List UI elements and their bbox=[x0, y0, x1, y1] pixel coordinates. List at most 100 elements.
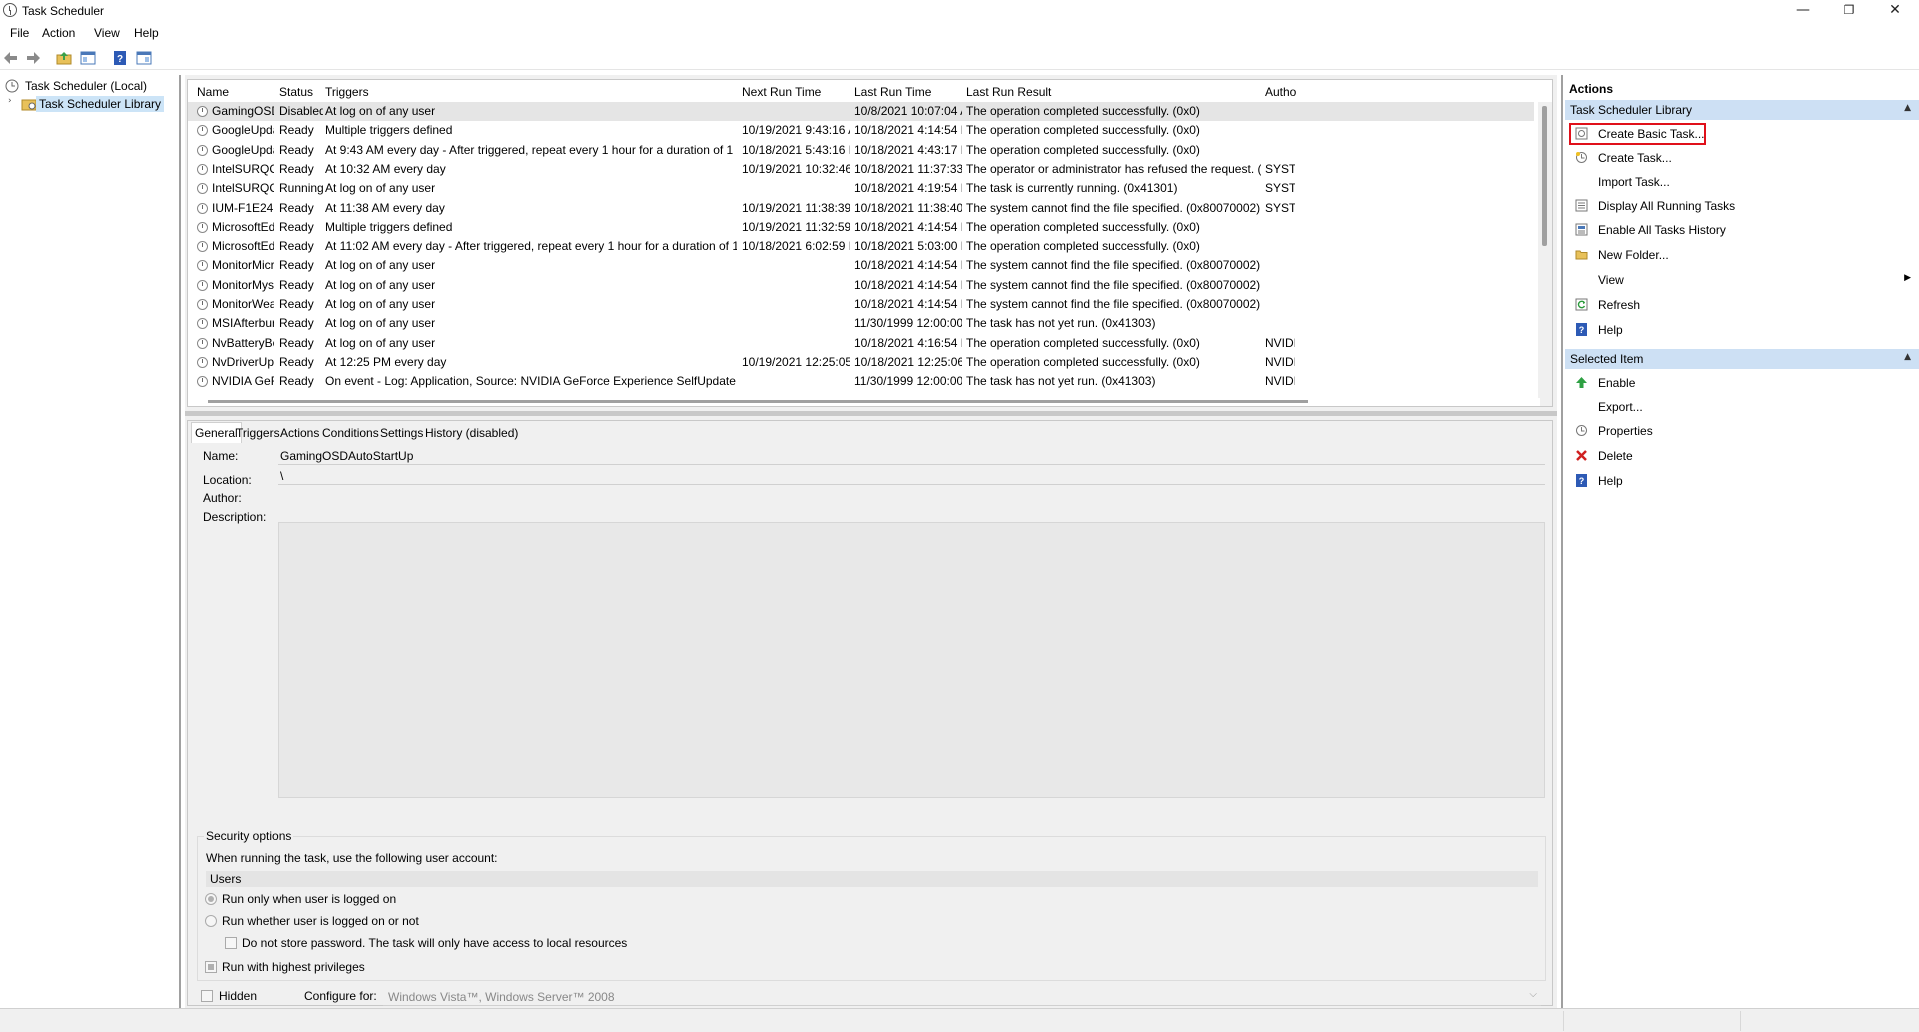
action-refresh[interactable]: Refresh bbox=[1565, 295, 1919, 315]
task-row[interactable]: NvBatteryBo... Ready At log on of any user… bbox=[188, 334, 1534, 353]
scrollbar-thumb[interactable] bbox=[208, 400, 1308, 403]
task-row[interactable]: IntelSURQC-... Ready At 10:32 AM every day… bbox=[188, 160, 1534, 179]
show-hide-console-tree-icon[interactable] bbox=[80, 50, 96, 66]
tab-conditions[interactable]: Conditions bbox=[319, 424, 382, 443]
task-cell-last: 10/8/2021 10:07:04 AM bbox=[854, 104, 962, 118]
menu-view[interactable]: View bbox=[94, 26, 120, 40]
task-cell-status: Ready bbox=[279, 258, 314, 273]
task-row[interactable]: MicrosoftEd... Ready Multiple triggers def… bbox=[188, 218, 1534, 237]
task-row[interactable]: MSIAfterbur... Ready At log on of any user… bbox=[188, 314, 1534, 333]
column-header-name[interactable]: Name bbox=[197, 85, 229, 99]
menu-file[interactable]: File bbox=[10, 26, 29, 40]
minimize-button[interactable]: — bbox=[1780, 0, 1826, 22]
task-cell-name: GoogleUpda... bbox=[212, 142, 274, 157]
configure-for-select[interactable]: Windows Vista™, Windows Server™ 2008 ⌵ bbox=[383, 988, 1541, 1006]
checkbox-run-highest-privileges-label: Run with highest privileges bbox=[222, 960, 365, 974]
horizontal-scrollbar[interactable] bbox=[188, 398, 1540, 406]
action-enable-all-tasks-history[interactable]: Enable All Tasks History bbox=[1565, 220, 1919, 240]
action-import-task[interactable]: Import Task... bbox=[1565, 172, 1919, 192]
console-tree: Task Scheduler (Local) › Task Scheduler … bbox=[0, 75, 181, 1008]
task-cell-last: 10/18/2021 4:14:54 PM bbox=[854, 258, 962, 273]
task-cell-next: 10/19/2021 11:38:39 AM bbox=[742, 200, 850, 215]
task-cell-name: NvBatteryBo... bbox=[212, 335, 274, 350]
action-create-task[interactable]: Create Task... bbox=[1565, 148, 1919, 168]
action-enable[interactable]: Enable bbox=[1565, 373, 1919, 393]
action-display-running-tasks[interactable]: Display All Running Tasks bbox=[1565, 196, 1919, 216]
tab-settings[interactable]: Settings bbox=[377, 424, 426, 443]
task-cell-triggers: Multiple triggers defined bbox=[325, 123, 453, 138]
task-row[interactable]: MicrosoftEd... Ready At 11:02 AM every day… bbox=[188, 237, 1534, 256]
collapse-arrow-icon[interactable]: ▲ bbox=[1904, 352, 1911, 362]
back-arrow-icon[interactable] bbox=[3, 50, 19, 66]
column-header-author[interactable]: Autho bbox=[1265, 85, 1296, 99]
task-cell-next: 10/18/2021 5:43:16 PM bbox=[742, 142, 850, 157]
column-header-status[interactable]: Status bbox=[279, 85, 313, 99]
tree-item-task-scheduler-library[interactable]: › Task Scheduler Library bbox=[8, 96, 178, 113]
action-delete[interactable]: Delete bbox=[1565, 446, 1919, 466]
task-row[interactable]: GamingOSD... DisabledAt log on of any use… bbox=[188, 102, 1534, 121]
task-cell-status: Ready bbox=[279, 239, 314, 254]
toolbar: ? bbox=[0, 46, 1919, 70]
tab-actions[interactable]: Actions bbox=[277, 424, 322, 443]
help-icon[interactable]: ? bbox=[112, 50, 128, 66]
task-row[interactable]: MonitorMys... Ready At log on of any user 1… bbox=[188, 276, 1534, 295]
collapse-arrow-icon[interactable]: ▲ bbox=[1904, 103, 1911, 113]
tab-history[interactable]: History (disabled) bbox=[422, 424, 521, 443]
tab-triggers[interactable]: Triggers bbox=[233, 424, 283, 443]
action-help[interactable]: ? Help bbox=[1565, 320, 1919, 340]
name-field[interactable]: GamingOSDAutoStartUp bbox=[278, 447, 1545, 465]
action-new-folder[interactable]: New Folder... bbox=[1565, 245, 1919, 265]
task-row[interactable]: GoogleUpda... Ready At 9:43 AM every day -… bbox=[188, 141, 1534, 160]
section-selected-item[interactable]: Selected Item ▲ bbox=[1565, 349, 1919, 369]
task-cell-name: IntelSURQC-... bbox=[212, 161, 274, 176]
task-row[interactable]: NvDriverUp... Ready At 12:25 PM every day 1… bbox=[188, 353, 1534, 372]
status-bar-divider bbox=[1563, 1011, 1564, 1031]
description-textarea[interactable] bbox=[278, 522, 1545, 798]
radio-run-whether-logged-on[interactable] bbox=[205, 915, 217, 927]
checkbox-run-highest-privileges[interactable] bbox=[205, 961, 217, 973]
location-label: Location: bbox=[203, 473, 252, 487]
task-row[interactable]: MonitorMicr... Ready At log on of any user… bbox=[188, 256, 1534, 275]
close-button[interactable]: ✕ bbox=[1872, 0, 1918, 22]
tree-expand-chevron-icon[interactable]: › bbox=[8, 96, 12, 106]
action-properties[interactable]: Properties bbox=[1565, 421, 1919, 441]
action-label: Refresh bbox=[1598, 298, 1641, 312]
column-header-last-run-time[interactable]: Last Run Time bbox=[854, 85, 931, 99]
action-view[interactable]: View ▶ bbox=[1565, 270, 1919, 290]
section-task-scheduler-library[interactable]: Task Scheduler Library ▲ bbox=[1565, 100, 1919, 120]
column-header-next-run-time[interactable]: Next Run Time bbox=[742, 85, 821, 99]
menu-action[interactable]: Action bbox=[42, 26, 75, 40]
action-export[interactable]: Export... bbox=[1565, 397, 1919, 417]
checkbox-hidden[interactable] bbox=[201, 990, 213, 1002]
task-cell-triggers: At 11:38 AM every day bbox=[325, 200, 445, 215]
restore-button[interactable]: ❐ bbox=[1826, 0, 1872, 22]
show-hide-action-pane-icon[interactable] bbox=[136, 50, 152, 66]
task-cell-next: 10/19/2021 9:43:16 AM bbox=[742, 123, 850, 138]
radio-run-only-logged-on[interactable] bbox=[205, 893, 217, 905]
user-account-field[interactable]: Users bbox=[206, 871, 1538, 887]
chevron-down-icon: ⌵ bbox=[1529, 989, 1537, 1000]
task-clock-icon bbox=[197, 260, 208, 272]
task-cell-last: 10/18/2021 5:03:00 PM bbox=[854, 239, 962, 254]
menu-help[interactable]: Help bbox=[134, 26, 159, 40]
task-cell-status: Disabled bbox=[279, 104, 323, 118]
task-row[interactable]: IntelSURQC-... RunningAt log on of any us… bbox=[188, 179, 1534, 198]
checkbox-do-not-store-password[interactable] bbox=[225, 937, 237, 949]
task-row[interactable]: GoogleUpda... Ready Multiple triggers defi… bbox=[188, 121, 1534, 140]
author-field[interactable] bbox=[278, 489, 1545, 505]
task-row[interactable]: NVIDIA GeF... Ready On event - Log: Applic… bbox=[188, 372, 1534, 391]
action-label: Enable All Tasks History bbox=[1598, 223, 1726, 237]
column-header-triggers[interactable]: Triggers bbox=[325, 85, 369, 99]
task-row[interactable]: IUM-F1E24C... Ready At 11:38 AM every day 1… bbox=[188, 199, 1534, 218]
vertical-scrollbar[interactable] bbox=[1538, 102, 1552, 406]
location-field[interactable]: \ bbox=[278, 469, 1545, 485]
forward-arrow-icon[interactable] bbox=[25, 50, 41, 66]
column-header-last-run-result[interactable]: Last Run Result bbox=[966, 85, 1051, 99]
action-help-selected[interactable]: ? Help bbox=[1565, 471, 1919, 491]
pane-splitter[interactable] bbox=[185, 411, 1557, 416]
up-folder-icon[interactable] bbox=[56, 50, 72, 66]
task-row[interactable]: MonitorWea... Ready At log on of any user 1… bbox=[188, 295, 1534, 314]
task-cell-status: Ready bbox=[279, 161, 314, 176]
scrollbar-thumb[interactable] bbox=[1542, 106, 1547, 246]
title-bar: Task Scheduler — ❐ ✕ bbox=[0, 0, 1919, 22]
